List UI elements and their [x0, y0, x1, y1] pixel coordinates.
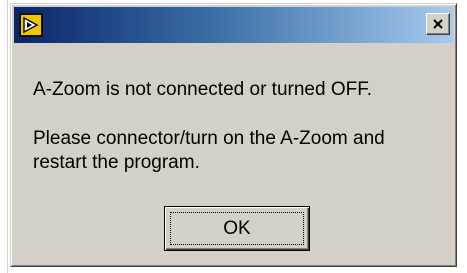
title-bar[interactable] [14, 7, 453, 43]
close-icon [433, 19, 443, 29]
labview-run-arrow-icon [19, 13, 43, 37]
message-line-1: A-Zoom is not connected or turned OFF. [33, 79, 372, 100]
ok-button[interactable]: OK [164, 206, 310, 251]
message-line-3: restart the program. [33, 152, 200, 173]
ok-button-label: OK [223, 218, 251, 239]
background-divider [7, 0, 8, 273]
message-line-2: Please connector/turn on the A-Zoom and [33, 128, 385, 149]
close-button[interactable] [426, 13, 450, 35]
message-dialog: A-Zoom is not connected or turned OFF. P… [10, 3, 457, 267]
